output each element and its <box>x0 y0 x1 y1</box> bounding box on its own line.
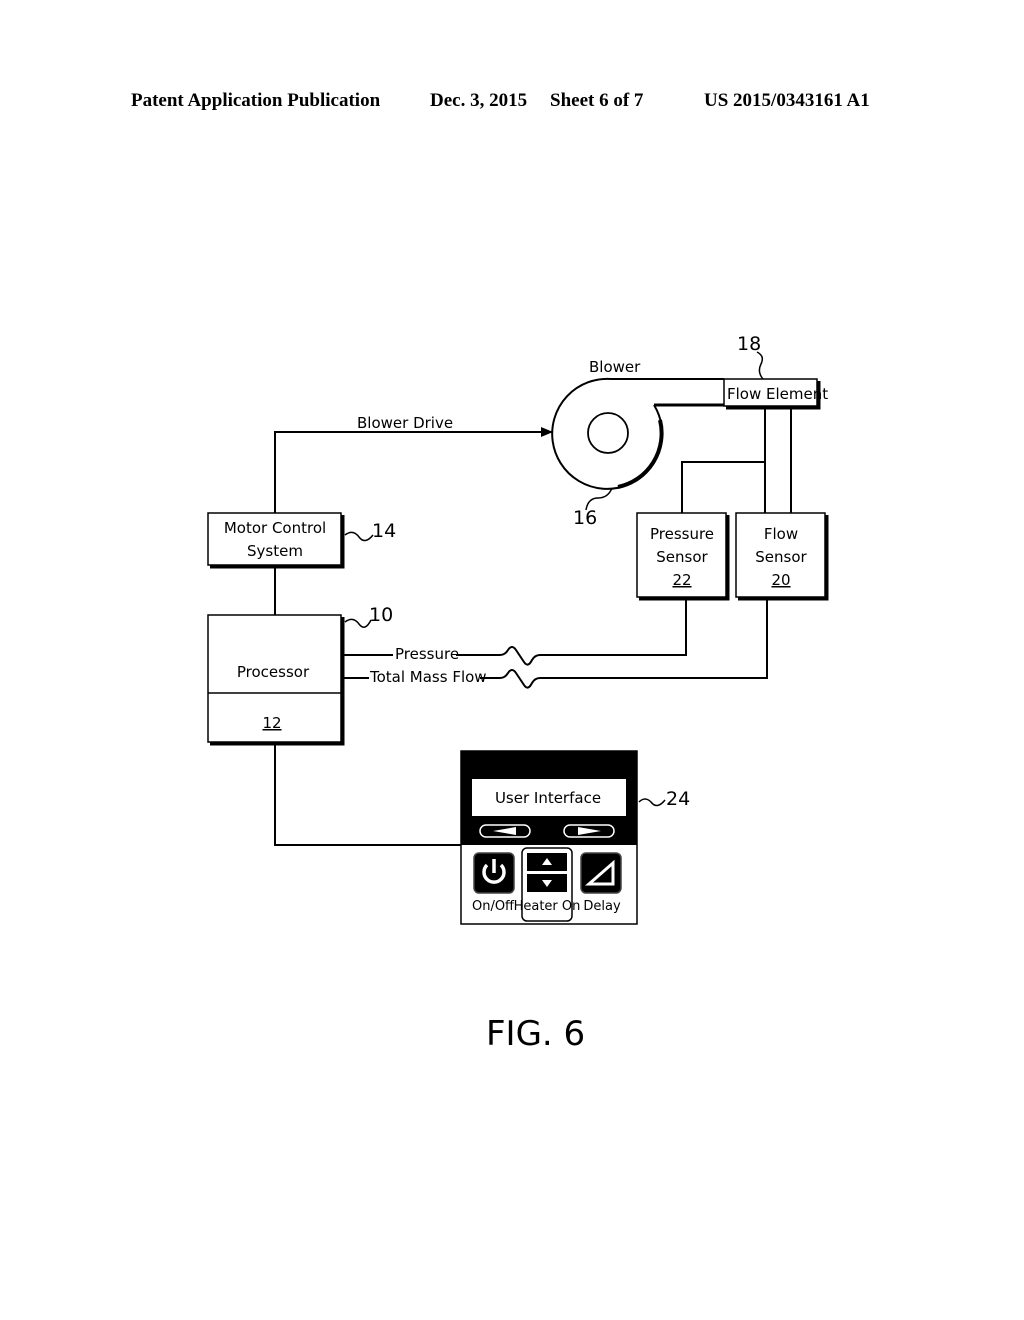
user-interface-ref-leader <box>638 798 666 807</box>
flow-element-ref: 18 <box>737 333 761 355</box>
on-off-label: On/Off <box>472 899 515 914</box>
right-arrow-button[interactable] <box>563 824 615 838</box>
user-interface-ref: 24 <box>666 788 690 810</box>
processor-callout-leader <box>344 618 372 628</box>
figure-diagram: Blower Drive Blower 16 Flow Element 18 P… <box>207 333 829 1054</box>
flow-sensor-line1: Flow <box>764 525 798 543</box>
total-mass-flow-label: Total Mass Flow <box>369 668 487 686</box>
blower <box>551 377 725 490</box>
pressure-signal-label: Pressure <box>395 645 459 663</box>
blower-ref: 16 <box>573 507 597 529</box>
pressure-sensor-line1: Pressure <box>650 525 714 543</box>
left-arrow-button[interactable] <box>479 824 531 838</box>
blower-drive-label: Blower Drive <box>357 414 453 432</box>
motor-control-line1: Motor Control <box>224 519 326 537</box>
processor-ui-connector <box>274 744 461 846</box>
on-off-button[interactable] <box>473 852 515 894</box>
motor-control-ref: 14 <box>372 520 396 542</box>
flow-sensor-line2: Sensor <box>755 548 807 566</box>
blower-drive-connector <box>274 427 553 513</box>
motor-control-line2: System <box>247 542 303 560</box>
figure-label: FIG. 6 <box>486 1014 585 1054</box>
sensor-connectors <box>681 407 792 513</box>
heater-on-label: Heater On <box>514 899 581 914</box>
flow-element-label: Flow Element <box>727 385 828 403</box>
processor-callout: 10 <box>369 604 393 626</box>
processor-label: Processor <box>237 663 310 681</box>
pressure-sensor-ref: 22 <box>672 571 691 589</box>
user-interface-label: User Interface <box>495 789 601 807</box>
delay-label: Delay <box>583 899 621 914</box>
pressure-sensor-line2: Sensor <box>656 548 708 566</box>
processor-ref: 12 <box>262 714 281 732</box>
blower-label: Blower <box>589 358 641 376</box>
delay-button[interactable] <box>580 852 622 894</box>
motor-control-ref-leader <box>344 531 374 542</box>
flow-element-ref-leader <box>756 351 764 380</box>
flow-sensor-ref: 20 <box>771 571 790 589</box>
